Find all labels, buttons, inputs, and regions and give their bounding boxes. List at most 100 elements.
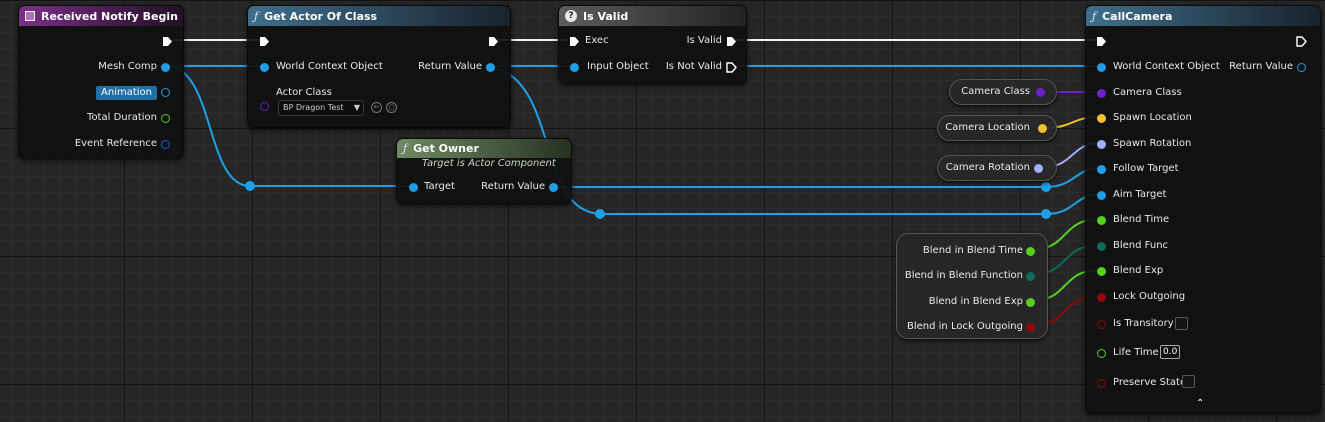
spawn-location-pin[interactable] [1097, 114, 1106, 123]
input-object-pin[interactable] [570, 63, 579, 72]
received-notify-begin-node[interactable]: Received Notify Begin Mesh Comp Animatio… [18, 5, 184, 159]
camera-location-variable[interactable]: Camera Location [937, 115, 1057, 141]
lock-outgoing-pin[interactable] [1097, 293, 1106, 302]
pin-label-world-context: World Context Object [1113, 61, 1220, 72]
variable-label: Camera Class [961, 86, 1030, 97]
camera-rotation-out-pin[interactable] [1034, 164, 1043, 173]
node-title: CallCamera [1102, 9, 1173, 23]
world-context-pin[interactable] [260, 63, 269, 72]
exec-out-pin[interactable] [1296, 36, 1307, 47]
aim-target-pin[interactable] [1097, 191, 1106, 200]
blend-in-blend-time-pin[interactable] [1026, 247, 1035, 256]
camera-location-out-pin[interactable] [1038, 124, 1047, 133]
pin-label-spawn-location: Spawn Location [1113, 112, 1192, 123]
call-camera-node[interactable]: ƒ CallCamera World Context Object Return… [1085, 5, 1321, 414]
pin-label-camera-class: Camera Class [1113, 87, 1182, 98]
pin-label-preserve-state: Preserve State [1113, 377, 1187, 388]
pin-label-exec: Exec [585, 35, 609, 46]
exec-out-pin[interactable] [488, 36, 499, 47]
blend-in-variables-node[interactable]: Blend in Blend Time Blend in Blend Funct… [896, 233, 1048, 339]
preserve-state-pin[interactable] [1097, 379, 1106, 388]
variable-label: Camera Rotation [945, 162, 1030, 173]
return-value-pin[interactable] [549, 183, 558, 192]
node-title: Is Valid [583, 9, 629, 23]
blend-time-pin[interactable] [1097, 216, 1106, 225]
search-icon[interactable]: ○ [386, 102, 397, 113]
exec-in-pin[interactable] [569, 36, 580, 47]
blend-in-blend-exp-label: Blend in Blend Exp [928, 296, 1023, 307]
pin-label-is-not-valid: Is Not Valid [665, 61, 722, 72]
pin-label-is-valid: Is Valid [686, 35, 722, 46]
event-reference-pin[interactable] [161, 140, 170, 149]
node-header: ? Is Valid [559, 6, 746, 26]
is-valid-exec-pin[interactable] [726, 36, 737, 47]
world-context-pin[interactable] [1097, 63, 1106, 72]
camera-class-pin[interactable] [1097, 89, 1106, 98]
total-duration-pin[interactable] [161, 114, 170, 123]
pin-label-animation: Animation [96, 86, 157, 100]
life-time-field[interactable]: 0.0 [1160, 345, 1181, 359]
blend-func-pin[interactable] [1097, 242, 1106, 251]
pin-label-input-object: Input Object [587, 61, 649, 72]
pin-label-return-value: Return Value [1229, 61, 1293, 72]
camera-class-variable[interactable]: Camera Class [949, 79, 1057, 105]
actor-class-value: BP Dragon Test [283, 103, 344, 112]
camera-class-out-pin[interactable] [1036, 88, 1045, 97]
follow-target-pin[interactable] [1097, 165, 1106, 174]
pin-label-aim-target: Aim Target [1113, 189, 1167, 200]
animation-pin[interactable] [161, 88, 170, 97]
function-icon: ƒ [1092, 9, 1097, 23]
reroute-knot [595, 209, 605, 219]
blend-in-blend-function-pin[interactable] [1026, 272, 1035, 281]
pin-label-mesh-comp: Mesh Comp [98, 61, 157, 72]
preserve-state-checkbox[interactable] [1182, 375, 1195, 388]
node-subtitle: Target is Actor Component [422, 158, 556, 169]
is-not-valid-exec-pin[interactable] [726, 62, 737, 73]
blend-in-lock-outgoing-label: Blend in Lock Outgoing [907, 321, 1023, 332]
blend-in-blend-exp-pin[interactable] [1026, 298, 1035, 307]
node-header: ƒ CallCamera [1086, 6, 1320, 26]
is-transitory-pin[interactable] [1097, 320, 1106, 329]
pin-label-total-duration: Total Duration [87, 112, 157, 123]
pin-label-actor-class: Actor Class [276, 87, 332, 98]
function-icon: ƒ [254, 9, 259, 23]
node-title: Received Notify Begin [41, 9, 178, 23]
pin-label-follow-target: Follow Target [1113, 163, 1179, 174]
browse-back-icon[interactable]: ← [371, 102, 382, 113]
chevron-down-icon: ▼ [353, 103, 360, 112]
life-time-pin[interactable] [1097, 349, 1106, 358]
pin-label-event-reference: Event Reference [74, 138, 157, 149]
is-valid-node[interactable]: ? Is Valid Exec Is Valid Input Object Is… [558, 5, 747, 84]
spawn-rotation-pin[interactable] [1097, 140, 1106, 149]
exec-in-pin[interactable] [259, 36, 270, 47]
exec-out-pin[interactable] [162, 36, 173, 47]
blend-in-blend-function-label: Blend in Blend Function [904, 270, 1023, 281]
pin-label-world-context: World Context Object [276, 61, 383, 72]
reroute-knot [1041, 209, 1051, 219]
mesh-comp-pin[interactable] [161, 63, 170, 72]
question-icon: ? [565, 10, 577, 22]
node-title: Get Owner [413, 142, 479, 155]
blend-exp-pin[interactable] [1097, 267, 1106, 276]
function-icon: ƒ [403, 142, 408, 155]
blend-in-lock-outgoing-pin[interactable] [1026, 323, 1035, 332]
get-owner-node[interactable]: ƒ Get Owner Target is Actor Component Ta… [396, 138, 572, 204]
pin-label-target: Target [424, 181, 455, 192]
collapse-chevron-icon[interactable]: ⌃ [1196, 398, 1204, 409]
pin-label-spawn-rotation: Spawn Rotation [1113, 138, 1192, 149]
is-transitory-checkbox[interactable] [1175, 317, 1188, 330]
pin-label-life-time: Life Time [1113, 347, 1159, 358]
reroute-knot [245, 181, 255, 191]
return-value-pin[interactable] [1297, 63, 1306, 72]
get-actor-of-class-node[interactable]: ƒ Get Actor Of Class World Context Objec… [247, 5, 511, 128]
camera-rotation-variable[interactable]: Camera Rotation [937, 155, 1057, 181]
node-header: Received Notify Begin [19, 6, 183, 26]
actor-class-pin[interactable] [260, 102, 269, 111]
pin-label-return-value: Return Value [481, 181, 545, 192]
exec-in-pin[interactable] [1096, 36, 1107, 47]
pin-label-blend-exp: Blend Exp [1113, 265, 1164, 276]
target-pin[interactable] [409, 183, 418, 192]
actor-class-dropdown[interactable]: BP Dragon Test ▼ [278, 100, 364, 116]
pin-label-lock-outgoing: Lock Outgoing [1113, 291, 1186, 302]
return-value-pin[interactable] [486, 63, 495, 72]
